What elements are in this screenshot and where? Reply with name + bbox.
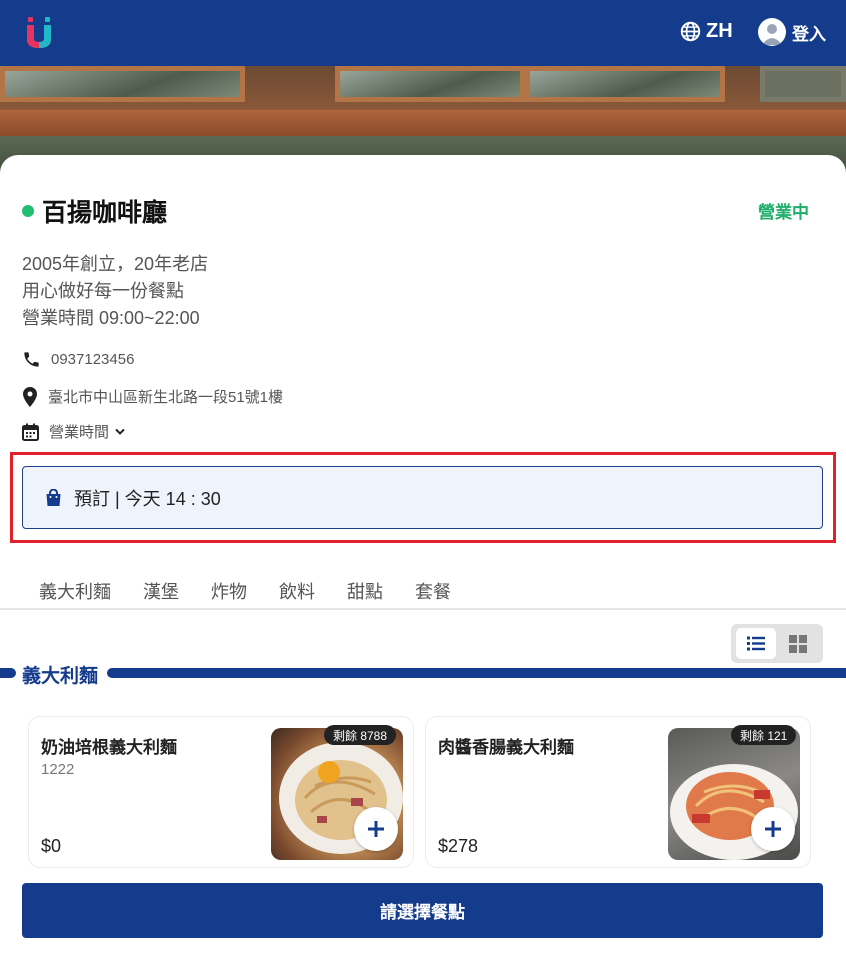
description-line: 用心做好每一份餐點 <box>22 281 184 301</box>
list-icon <box>747 636 765 651</box>
tab-category[interactable]: 炸物 <box>211 578 247 604</box>
section-divider-left <box>0 668 16 678</box>
menu-item-card[interactable]: 奶油培根義大利麵 1222 $0 剩餘 8788 <box>28 716 414 868</box>
category-tabs: 義大利麵 漢堡 炸物 飲料 甜點 套餐 <box>0 572 846 610</box>
section-divider-right <box>107 668 846 678</box>
address: 臺北市中山區新生北路一段51號1樓 <box>48 389 284 406</box>
item-price: $0 <box>41 836 62 856</box>
tab-category[interactable]: 套餐 <box>415 578 451 604</box>
chevron-down-icon <box>115 428 125 435</box>
description-line: 營業時間 09:00~22:00 <box>22 308 200 328</box>
add-to-cart-button[interactable] <box>354 807 398 851</box>
language-switcher[interactable]: ZH <box>680 20 733 43</box>
business-hours-toggle[interactable]: 營業時間 <box>22 421 125 442</box>
open-status-dot <box>22 205 34 217</box>
stock-badge: 剩餘 8788 <box>324 725 397 745</box>
view-toggle <box>731 624 823 663</box>
list-view-button[interactable] <box>736 628 776 659</box>
menu-item-card[interactable]: 肉醬香腸義大利麵 $278 剩餘 121 <box>425 716 811 868</box>
phone-row[interactable]: 0937123456 <box>22 350 134 369</box>
preorder-time-selector[interactable]: 預訂 | 今天 14 : 30 <box>22 466 823 529</box>
select-items-label: 請選擇餐點 <box>380 903 465 922</box>
plus-icon <box>368 821 384 837</box>
item-name: 肉醬香腸義大利麵 <box>438 738 574 757</box>
address-row[interactable]: 臺北市中山區新生北路一段51號1樓 <box>22 386 283 407</box>
store-description: 2005年創立，20年老店 用心做好每一份餐點 營業時間 09:00~22:00 <box>22 251 208 332</box>
stock-badge: 剩餘 121 <box>731 725 797 745</box>
grid-view-button[interactable] <box>778 628 818 659</box>
item-name: 奶油培根義大利麵 <box>41 738 177 757</box>
item-description: 1222 <box>41 761 75 778</box>
tab-category[interactable]: 義大利麵 <box>39 578 111 604</box>
grid-icon <box>789 634 807 653</box>
map-pin-icon <box>23 386 37 407</box>
app-logo[interactable] <box>24 15 54 51</box>
description-line: 2005年創立，20年老店 <box>22 254 209 274</box>
language-label: ZH <box>706 20 733 42</box>
section-title: 義大利麵 <box>22 666 99 687</box>
item-price: $278 <box>438 836 479 856</box>
phone-number: 0937123456 <box>51 351 135 368</box>
tab-category[interactable]: 飲料 <box>279 578 315 604</box>
calendar-icon <box>22 423 39 441</box>
login-button[interactable]: 登入 <box>758 18 826 46</box>
tab-category[interactable]: 甜點 <box>347 578 383 604</box>
plus-icon <box>765 821 781 837</box>
store-name: 百揚咖啡廳 <box>42 199 168 227</box>
login-label: 登入 <box>792 24 826 44</box>
globe-icon <box>680 21 701 42</box>
add-to-cart-button[interactable] <box>751 807 795 851</box>
shopping-bag-icon <box>46 488 61 506</box>
business-hours-label: 營業時間 <box>49 424 110 441</box>
top-bar: ZH 登入 <box>0 0 846 66</box>
open-status-label: 營業中 <box>758 203 809 222</box>
preorder-label: 預訂 | 今天 14 : 30 <box>74 488 221 509</box>
user-avatar-icon <box>758 18 786 46</box>
phone-icon <box>24 352 39 367</box>
store-title: 百揚咖啡廳 <box>22 193 167 229</box>
select-items-button[interactable]: 請選擇餐點 <box>22 883 823 938</box>
tab-category[interactable]: 漢堡 <box>143 578 179 604</box>
